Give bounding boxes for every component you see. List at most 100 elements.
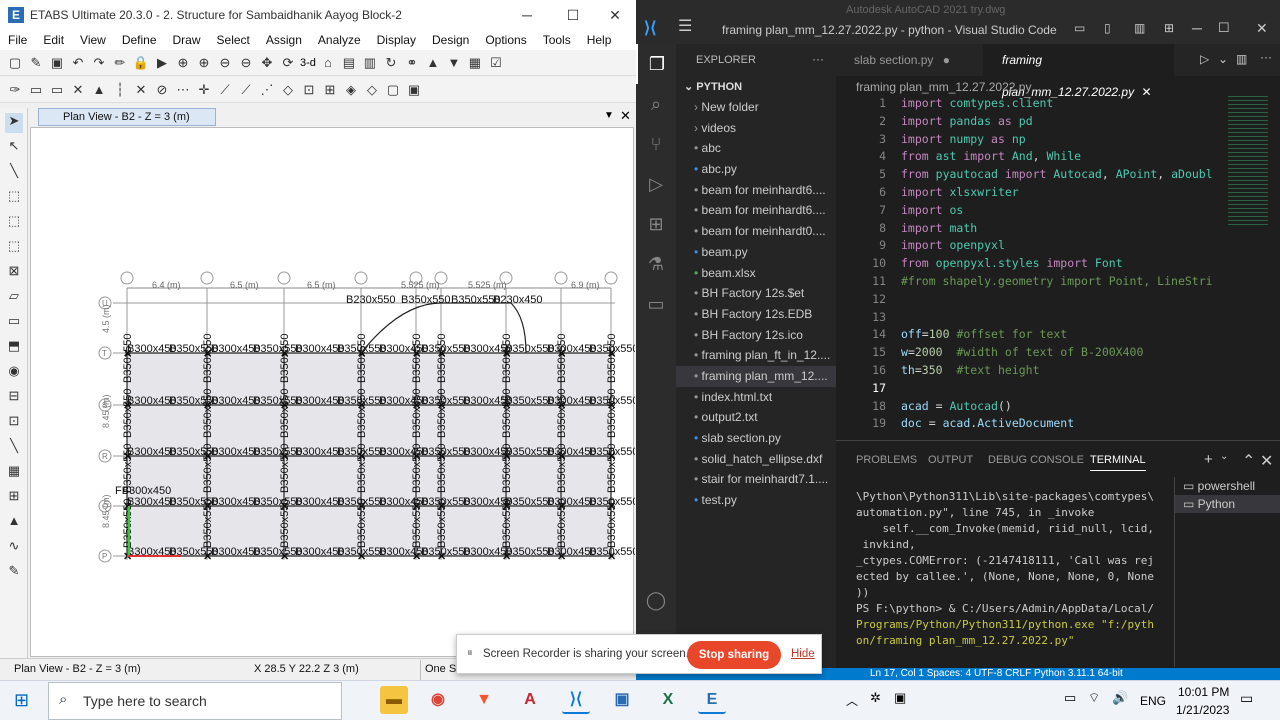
tool-c-icon[interactable]: ▭: [48, 81, 66, 99]
move-down-icon[interactable]: ▼: [445, 54, 463, 72]
recorder-icon[interactable]: ▣: [608, 686, 636, 714]
tool-n-icon[interactable]: ⊡: [300, 81, 318, 99]
maximize-panel-icon[interactable]: ⌃: [1242, 451, 1255, 471]
menu-help[interactable]: Help: [579, 33, 620, 47]
explorer-more-icon[interactable]: ···: [812, 52, 824, 66]
vs-maximize-button[interactable]: ☐: [1218, 20, 1230, 36]
rotate-icon[interactable]: ↻: [382, 54, 400, 72]
close-panel-icon[interactable]: ✕: [1260, 451, 1273, 471]
check-icon[interactable]: ☑: [487, 54, 505, 72]
layout-4-icon[interactable]: ⊞: [1164, 21, 1174, 35]
file-item[interactable]: • framing plan_mm_12....: [676, 365, 836, 387]
view-3d-button[interactable]: 3-d: [300, 57, 316, 69]
run-icon[interactable]: ▶: [153, 54, 171, 72]
draw-rect-icon[interactable]: ▭: [5, 313, 23, 333]
panel-tab[interactable]: OUTPUT: [928, 454, 973, 466]
breadcrumb-file[interactable]: framing plan_mm_12.27.2022.py: [856, 80, 1031, 94]
pan-icon[interactable]: ✥: [258, 54, 276, 72]
tool-b-icon[interactable]: ▭: [27, 81, 45, 99]
draw-pen-icon[interactable]: ✎: [5, 563, 23, 583]
minimize-button[interactable]: ─: [504, 0, 550, 30]
layout-3-icon[interactable]: ▥: [1134, 21, 1145, 35]
draw-circle-icon[interactable]: ◉: [5, 363, 23, 383]
tool-l-icon[interactable]: ⋰: [258, 81, 276, 99]
clock-date[interactable]: 1/21/2023: [1176, 703, 1229, 717]
split-editor-icon[interactable]: ▥: [1236, 52, 1247, 66]
tab-close-icon[interactable]: ✕: [620, 108, 631, 124]
run-file-icon[interactable]: ▷: [1200, 52, 1209, 66]
draw-wave-icon[interactable]: ∿: [5, 538, 23, 558]
file-item[interactable]: • solid_hatch_ellipse.dxf: [676, 449, 836, 470]
draw-dim-icon[interactable]: ⊞: [5, 488, 23, 508]
hide-link[interactable]: Hide: [791, 648, 815, 660]
draw-brace-icon[interactable]: ⬚: [5, 238, 23, 258]
file-item[interactable]: • BH Factory 12s.ico: [676, 325, 836, 346]
draw-beam-2-icon[interactable]: ⬚: [5, 213, 23, 233]
file-item[interactable]: • beam.py: [676, 242, 836, 263]
panel-tab[interactable]: PROBLEMS: [856, 454, 917, 466]
run-debug-icon[interactable]: ▷: [636, 164, 676, 204]
source-control-icon[interactable]: ⑂: [636, 124, 676, 164]
zoom-window-icon[interactable]: ⊕: [174, 54, 192, 72]
clock-time[interactable]: 10:01 PM: [1178, 685, 1229, 699]
file-item[interactable]: • abc.py: [676, 159, 836, 180]
draw-grid-icon[interactable]: ▦: [5, 463, 23, 483]
terminal-output[interactable]: \Python\Python311\Lib\site-packages\comt…: [856, 489, 1166, 649]
tab-dropdown-icon[interactable]: ▼: [604, 110, 614, 121]
draw-link-icon[interactable]: ╲: [5, 438, 23, 458]
tool-r-icon[interactable]: ▢: [384, 81, 402, 99]
start-icon[interactable]: ⊞: [14, 690, 29, 711]
new-terminal-icon[interactable]: +: [1204, 451, 1213, 468]
etabs-task-icon[interactable]: E: [698, 686, 726, 714]
move-up-icon[interactable]: ▲: [424, 54, 442, 72]
file-item[interactable]: • beam.xlsx: [676, 263, 836, 284]
file-item[interactable]: • beam for meinhardt0....: [676, 221, 836, 242]
draw-wall-2-icon[interactable]: ⊡: [5, 413, 23, 433]
vscode-icon[interactable]: ⟩⟨: [562, 686, 590, 714]
nd-icon[interactable]: ▥: [361, 54, 379, 72]
file-item[interactable]: › New folder: [676, 97, 836, 118]
draw-wall-icon[interactable]: ⊟: [5, 388, 23, 408]
save-icon[interactable]: ▣: [48, 54, 66, 72]
new-icon[interactable]: ▢: [6, 54, 24, 72]
minimap[interactable]: [1228, 96, 1268, 226]
tool-d-icon[interactable]: ▲: [90, 81, 108, 99]
menu-file[interactable]: File: [0, 33, 35, 47]
menu-design[interactable]: Design: [424, 33, 477, 47]
perspective-icon[interactable]: ⚭: [403, 54, 421, 72]
file-item[interactable]: • slab section.py: [676, 428, 836, 449]
shell-python[interactable]: ▭ Python: [1175, 495, 1280, 513]
zoom-out-icon[interactable]: ⊖: [216, 54, 234, 72]
tray-app-icon[interactable]: ✲: [870, 690, 881, 706]
tool-g-icon[interactable]: ⊘: [153, 81, 171, 99]
file-item[interactable]: › videos: [676, 118, 836, 139]
tool-i-icon[interactable]: ✛: [195, 81, 213, 99]
vs-close-button[interactable]: ✕: [1256, 20, 1268, 37]
tab-slab-section[interactable]: slab section.py ●: [836, 44, 984, 76]
draw-beam-icon[interactable]: ⬚: [5, 188, 23, 208]
more-actions-icon[interactable]: ···: [1260, 50, 1272, 64]
menu-display[interactable]: Display: [369, 33, 424, 47]
tray-chevron-icon[interactable]: ︿: [846, 692, 858, 709]
file-item[interactable]: • test.py: [676, 490, 836, 511]
tool-f-icon[interactable]: ✕: [132, 81, 150, 99]
zoom-in-icon[interactable]: ⊕: [195, 54, 213, 72]
vs-minimize-button[interactable]: ─: [1192, 20, 1202, 36]
menu-define[interactable]: Define: [114, 33, 165, 47]
language-indicator[interactable]: ENG: [1140, 694, 1166, 708]
tray-shield-icon[interactable]: ▣: [894, 690, 906, 706]
volume-icon[interactable]: 🔊: [1112, 690, 1128, 706]
draw-cross-icon[interactable]: ⊠: [5, 263, 23, 283]
panel-tab[interactable]: DEBUG CONSOLE: [988, 454, 1084, 466]
chrome-icon[interactable]: ◉: [424, 686, 452, 714]
tool-e-icon[interactable]: ┆: [111, 81, 129, 99]
menu-select[interactable]: Select: [209, 33, 258, 47]
tool-o-icon[interactable]: ⊞: [321, 81, 339, 99]
remote-icon[interactable]: ▭: [636, 284, 676, 324]
tool-s-icon[interactable]: ▣: [405, 81, 423, 99]
file-item[interactable]: • index.html.txt: [676, 387, 836, 408]
battery-icon[interactable]: ▭: [1064, 690, 1076, 706]
status-text[interactable]: Ln 17, Col 1 Spaces: 4 UTF-8 CRLF Python…: [870, 668, 1123, 679]
elevation-icon[interactable]: ▤: [340, 54, 358, 72]
menu-icon[interactable]: ☰: [678, 16, 692, 36]
